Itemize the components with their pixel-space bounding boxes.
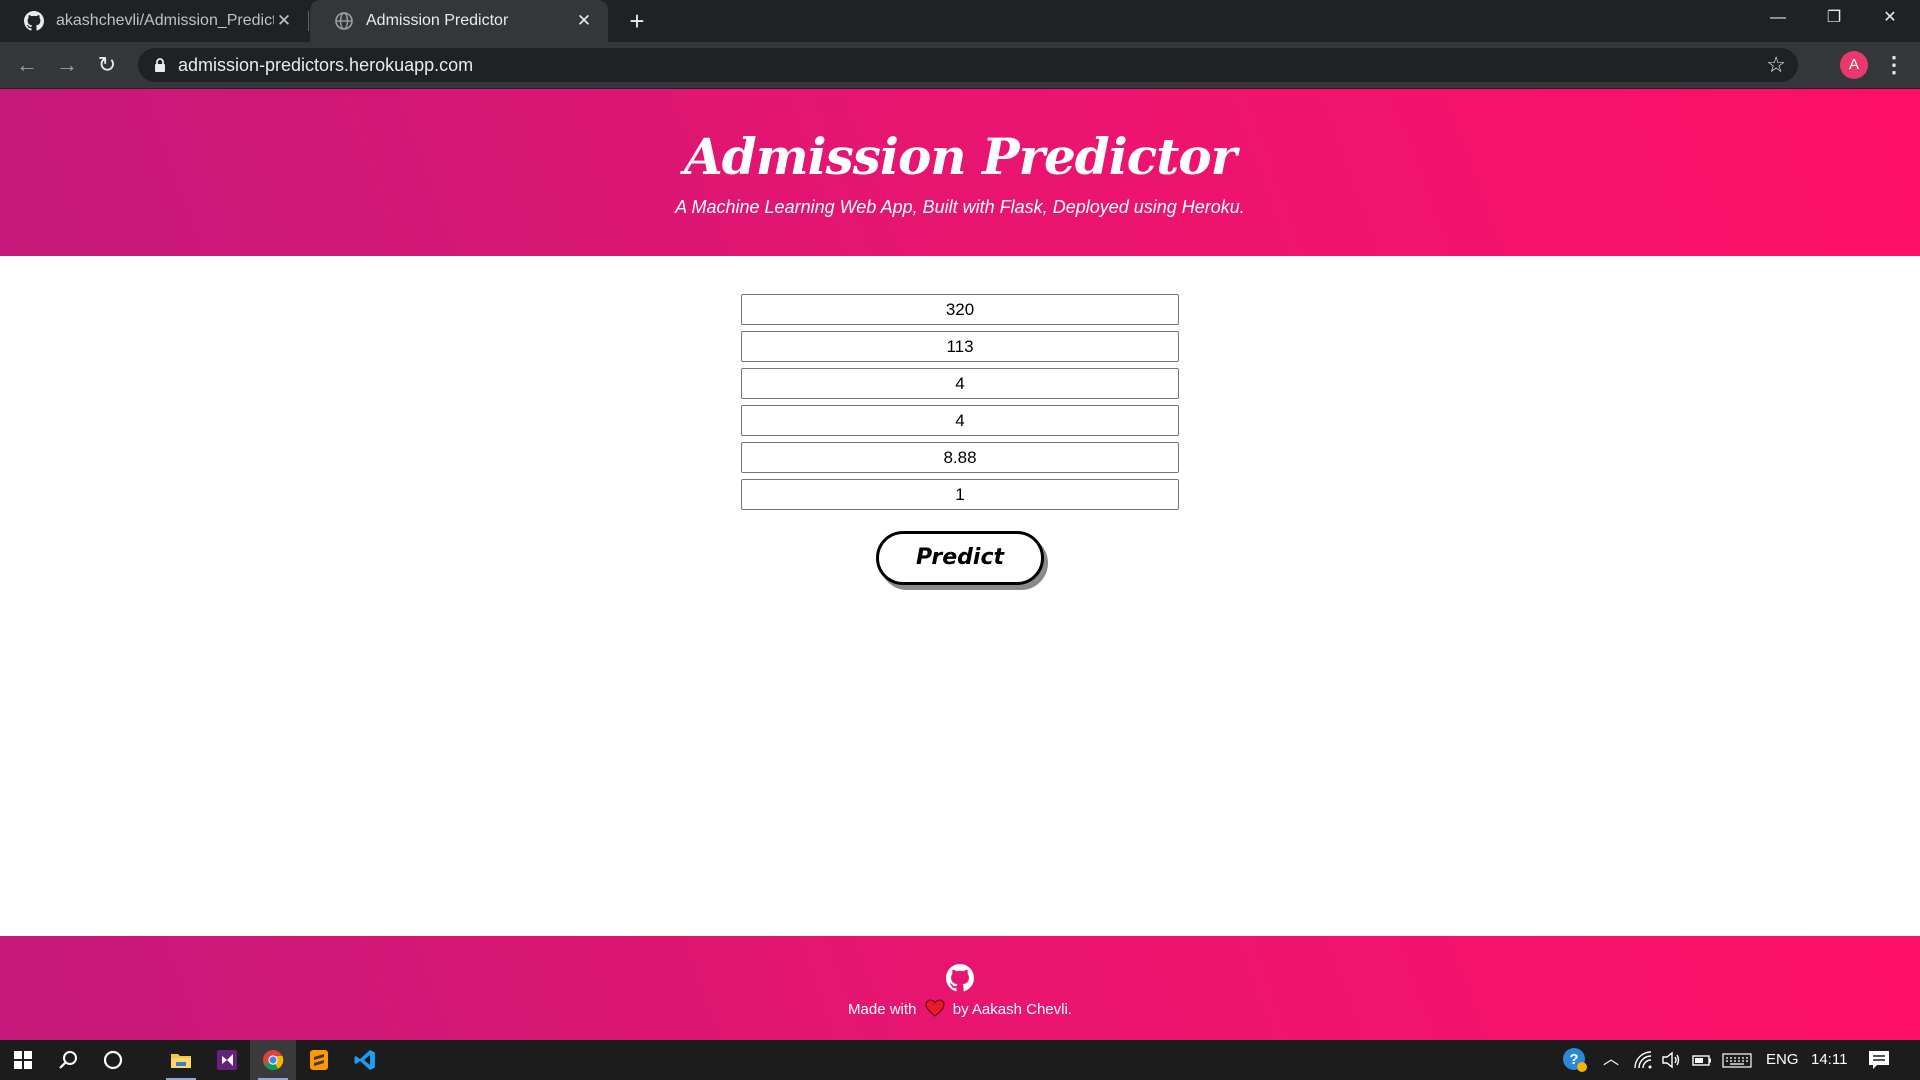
close-tab-icon[interactable]: ✕	[274, 11, 294, 31]
browser-menu-icon[interactable]: ⋮	[1880, 48, 1908, 82]
battery-icon[interactable]	[1692, 1050, 1712, 1070]
sublime-text-icon[interactable]	[296, 1040, 342, 1080]
reload-icon[interactable]: ↻	[90, 48, 124, 82]
back-arrow-icon[interactable]: ←	[10, 48, 44, 82]
author-text: by Aakash Chevli.	[952, 1001, 1072, 1018]
browser-toolbar: ← → ↻ admission-predictors.herokuapp.com…	[0, 42, 1920, 89]
visual-studio-icon[interactable]	[204, 1040, 250, 1080]
page-subtitle: A Machine Learning Web App, Built with F…	[675, 197, 1245, 217]
help-icon[interactable]: ?	[1562, 1047, 1588, 1073]
input-field-5[interactable]	[741, 442, 1179, 473]
wifi-icon[interactable]	[1633, 1050, 1653, 1070]
footer-credit: Made with by Aakash Chevli.	[0, 999, 1920, 1018]
minimize-window-button[interactable]: —	[1750, 0, 1806, 36]
github-icon	[24, 11, 44, 31]
tab-title: akashchevli/Admission_Prediction	[56, 12, 274, 29]
notifications-icon[interactable]	[1868, 1050, 1890, 1070]
new-tab-button[interactable]: +	[622, 6, 652, 36]
tab-admission-predictor[interactable]: Admission Predictor ✕	[310, 0, 608, 42]
page-title: Admission Predictor	[684, 127, 1237, 186]
language-indicator[interactable]: ENG	[1766, 1040, 1799, 1080]
globe-icon	[335, 12, 353, 30]
tab-github[interactable]: akashchevli/Admission_Prediction ✕	[0, 0, 308, 42]
restore-window-button[interactable]: ❐	[1806, 0, 1862, 36]
close-tab-icon[interactable]: ✕	[574, 11, 594, 31]
browser-tab-strip: akashchevli/Admission_Prediction ✕ Admis…	[0, 0, 1920, 42]
url-text: admission-predictors.herokuapp.com	[178, 55, 474, 75]
made-with-text: Made with	[848, 1001, 917, 1018]
address-bar[interactable]: admission-predictors.herokuapp.com ☆	[138, 48, 1798, 82]
cortana-icon[interactable]	[90, 1040, 136, 1080]
tab-title: Admission Predictor	[366, 12, 509, 29]
site-header: Admission Predictor A Machine Learning W…	[0, 89, 1920, 256]
volume-icon[interactable]	[1661, 1050, 1681, 1070]
forward-arrow-icon[interactable]: →	[50, 48, 84, 82]
prediction-form	[741, 294, 1179, 516]
file-explorer-icon[interactable]	[158, 1040, 204, 1080]
input-field-6[interactable]	[741, 479, 1179, 510]
clock[interactable]: 14:11	[1811, 1040, 1847, 1080]
start-windows-icon[interactable]	[0, 1040, 46, 1080]
input-field-3[interactable]	[741, 368, 1179, 399]
svg-text:?: ?	[1569, 1051, 1578, 1068]
show-hidden-icons-chevron[interactable]: ︿	[1603, 1040, 1619, 1080]
chrome-icon[interactable]	[250, 1040, 296, 1080]
github-icon[interactable]	[946, 964, 974, 992]
bookmark-star-icon[interactable]: ☆	[1766, 48, 1786, 82]
predict-button[interactable]: Predict	[876, 531, 1044, 585]
search-icon[interactable]	[46, 1040, 92, 1080]
site-footer: Made with by Aakash Chevli.	[0, 936, 1920, 1040]
lock-icon	[155, 58, 165, 72]
heart-icon	[925, 999, 945, 1017]
keyboard-icon[interactable]	[1722, 1050, 1752, 1070]
vscode-icon[interactable]	[342, 1040, 388, 1080]
tab-divider	[308, 11, 309, 31]
input-field-2[interactable]	[741, 331, 1179, 362]
windows-taskbar: ? ︿ ENG 14:11	[0, 1040, 1920, 1080]
input-field-4[interactable]	[741, 405, 1179, 436]
input-field-1[interactable]	[741, 294, 1179, 325]
close-window-button[interactable]: ✕	[1862, 0, 1918, 36]
profile-avatar[interactable]: A	[1840, 51, 1868, 79]
